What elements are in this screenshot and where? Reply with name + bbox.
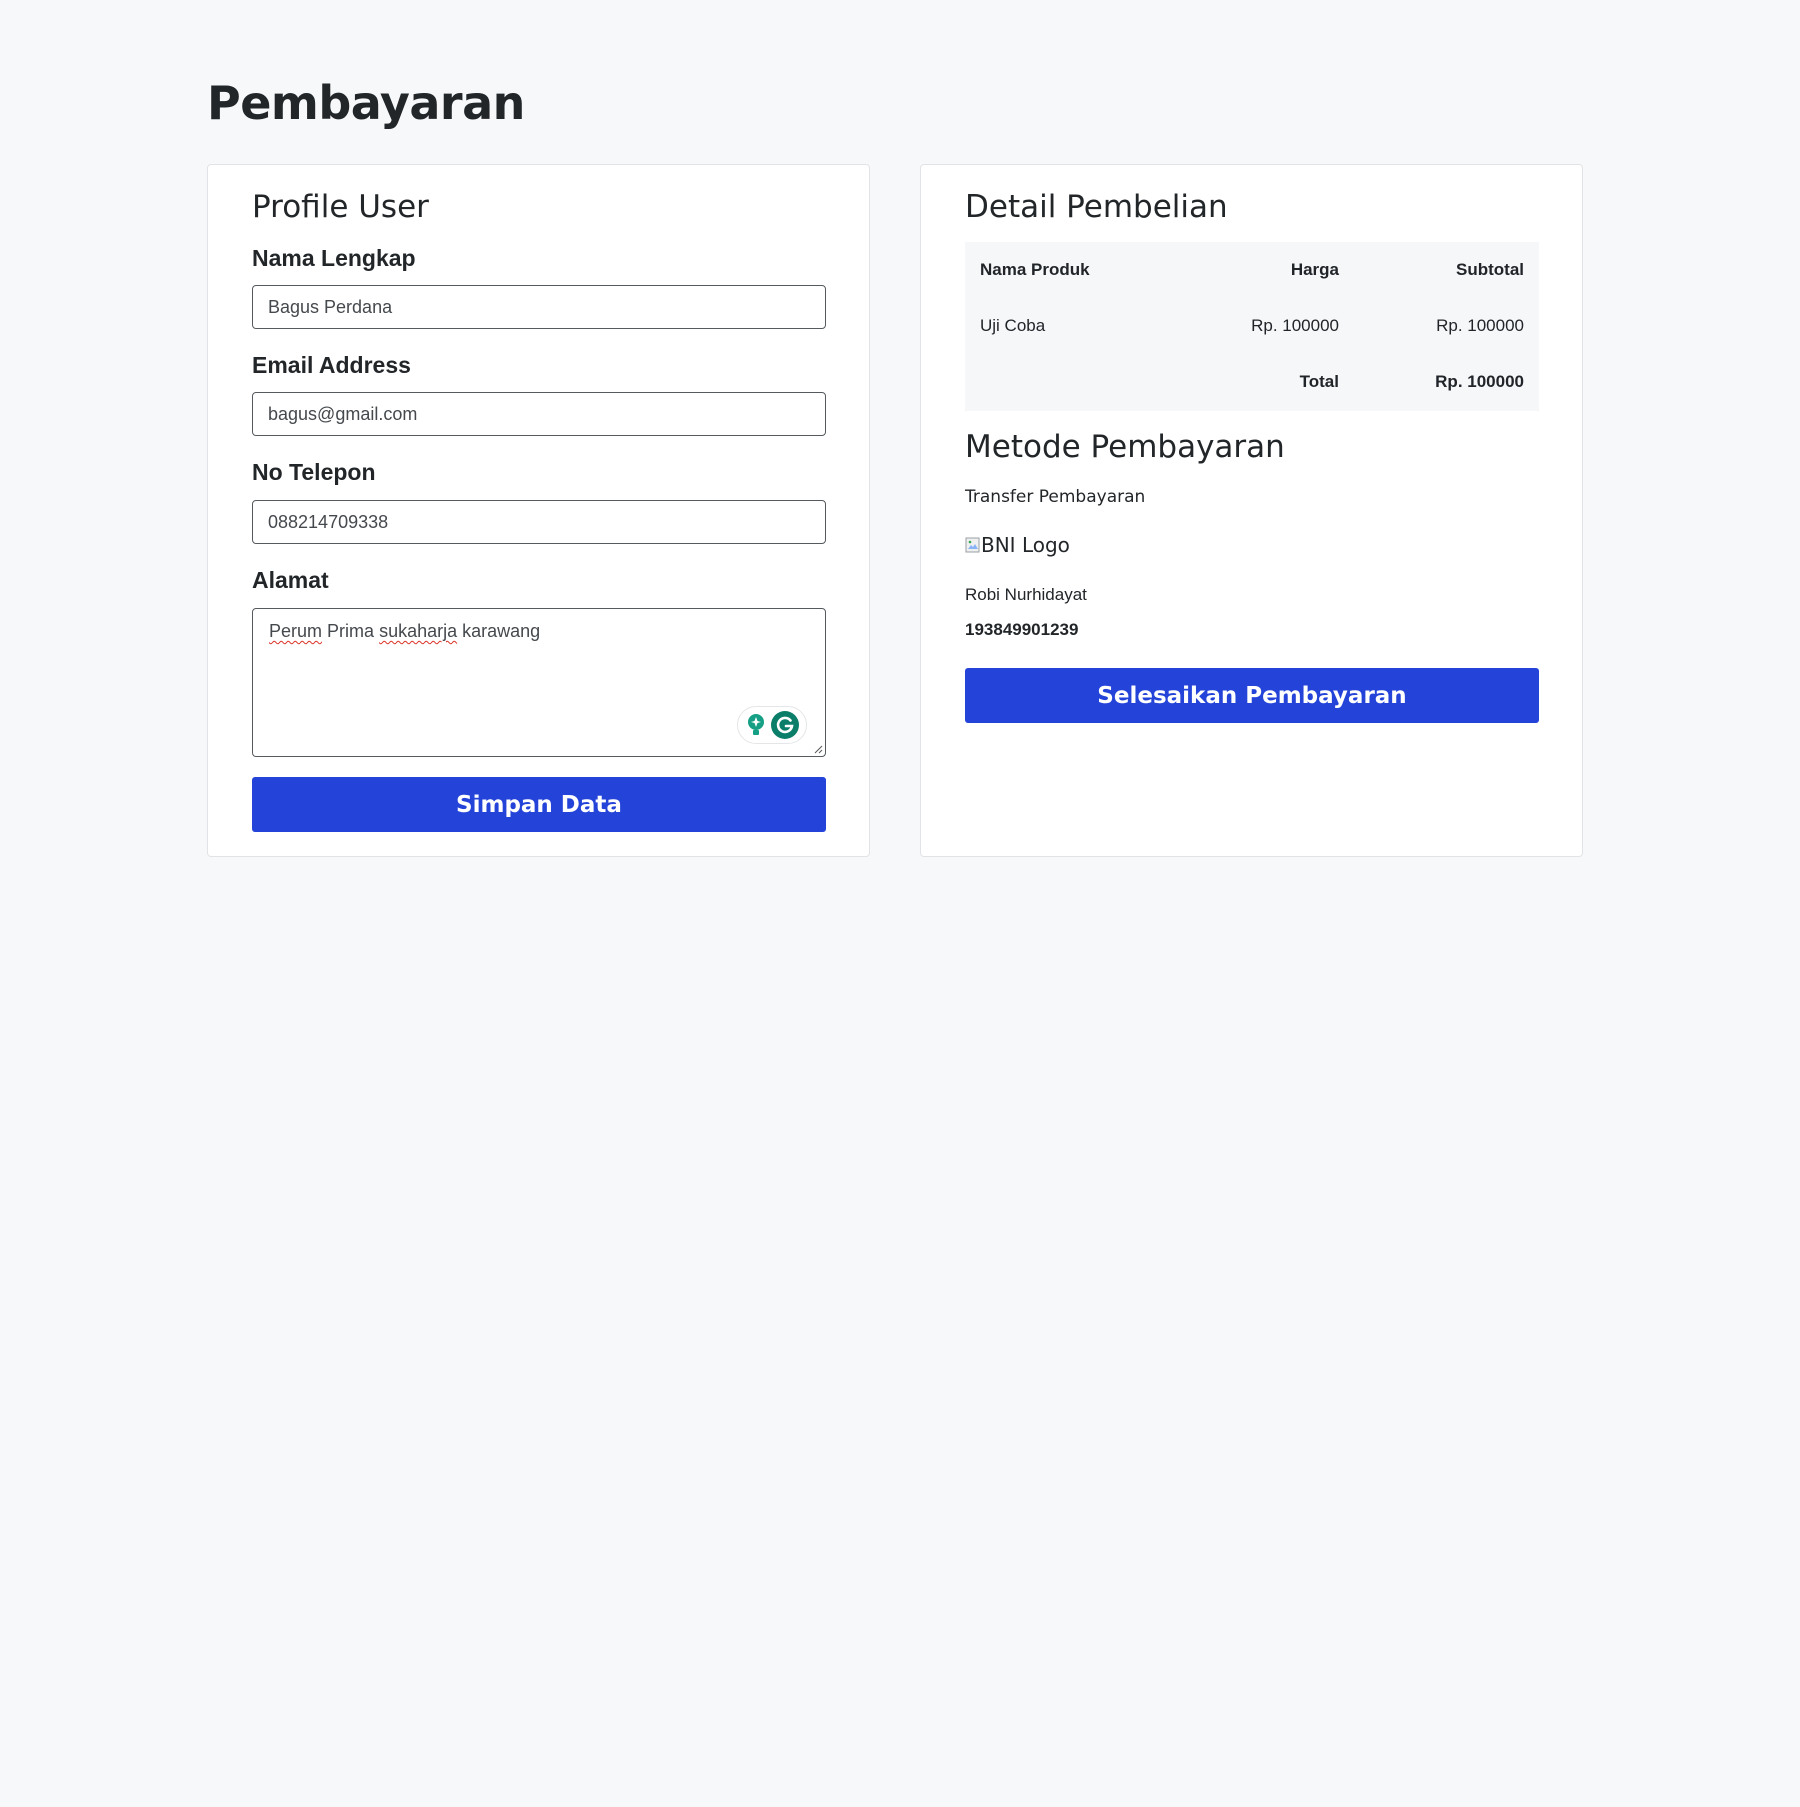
- column-header-price: Harga: [1290, 260, 1339, 279]
- total-value: Rp. 100000: [1435, 372, 1524, 391]
- grammarly-widget[interactable]: [737, 706, 807, 744]
- profile-card-title: Profile User: [252, 189, 429, 225]
- column-header-product: Nama Produk: [980, 260, 1090, 279]
- broken-image-icon: [965, 537, 980, 553]
- bank-logo: BNI Logo: [965, 533, 1070, 557]
- order-table: Nama Produk Harga Subtotal Uji Coba Rp. …: [965, 242, 1539, 411]
- phone-input[interactable]: [252, 500, 826, 544]
- table-row: Uji Coba Rp. 100000 Rp. 100000: [965, 298, 1539, 354]
- name-input[interactable]: [252, 285, 826, 329]
- total-empty-cell: [965, 354, 1145, 410]
- email-label: Email Address: [252, 352, 411, 378]
- account-number: 193849901239: [965, 620, 1079, 639]
- grammarly-suggestion-icon[interactable]: [745, 712, 767, 738]
- resize-grip-icon[interactable]: [813, 744, 823, 754]
- bank-logo-alt-text: BNI Logo: [981, 533, 1070, 557]
- product-price-cell: Rp. 100000: [1251, 316, 1339, 335]
- account-name: Robi Nurhidayat: [965, 585, 1087, 604]
- order-card: Detail Pembelian Nama Produk Harga Subto…: [920, 164, 1583, 857]
- column-header-subtotal: Subtotal: [1456, 260, 1524, 279]
- page-title: Pembayaran: [207, 76, 525, 130]
- payment-method-title: Metode Pembayaran: [965, 429, 1285, 465]
- table-header-row: Nama Produk Harga Subtotal: [965, 242, 1539, 298]
- total-label: Total: [1299, 372, 1339, 391]
- name-label: Nama Lengkap: [252, 245, 416, 271]
- save-data-button[interactable]: Simpan Data: [252, 777, 826, 832]
- grammarly-logo-icon[interactable]: [771, 711, 799, 739]
- total-row: Total Rp. 100000: [965, 354, 1539, 410]
- email-input[interactable]: [252, 392, 826, 436]
- payment-method-label: Transfer Pembayaran: [965, 487, 1146, 507]
- product-subtotal-cell: Rp. 100000: [1436, 316, 1524, 335]
- finish-payment-button[interactable]: Selesaikan Pembayaran: [965, 668, 1539, 723]
- profile-card: Profile User Nama Lengkap Email Address …: [207, 164, 870, 857]
- address-label: Alamat: [252, 567, 329, 593]
- order-card-title: Detail Pembelian: [965, 189, 1228, 225]
- phone-label: No Telepon: [252, 459, 376, 485]
- product-name-cell: Uji Coba: [980, 316, 1046, 335]
